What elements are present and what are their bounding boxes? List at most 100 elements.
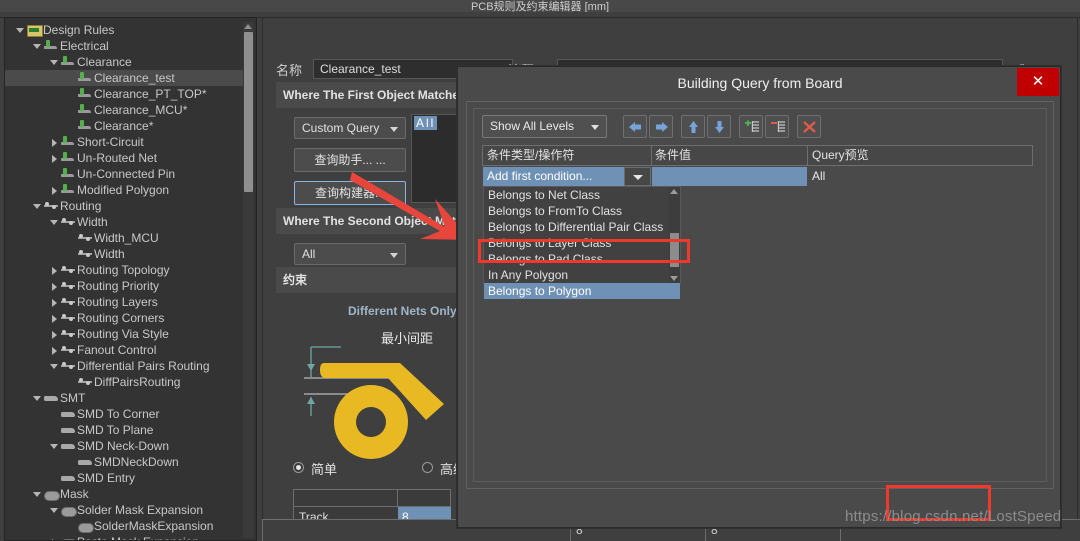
tree-item-routing-topology[interactable]: Routing Topology <box>5 262 243 278</box>
min-clearance-label: 最小间距 <box>381 331 434 346</box>
twisty-collapsed-icon[interactable] <box>49 342 60 358</box>
chevron-down-icon <box>633 175 643 180</box>
close-icon[interactable]: ✕ <box>1017 68 1059 96</box>
tree-item-label: SMD Entry <box>77 471 136 485</box>
dropdown-item[interactable]: In Any Polygon <box>484 267 680 283</box>
tree-item-short-circuit[interactable]: Short-Circuit <box>5 134 243 150</box>
remove-condition-button[interactable] <box>765 115 789 138</box>
twisty-collapsed-icon[interactable] <box>49 278 60 294</box>
tree-item-smdneckdown[interactable]: SMDNeckDown <box>5 454 243 470</box>
tree-item-paste-mask-expansion[interactable]: Paste Mask Expansion <box>5 534 243 540</box>
electrical-icon <box>43 38 60 54</box>
tree-item-soldermaskexpansion[interactable]: SolderMaskExpansion <box>5 518 243 534</box>
twisty-expanded-icon[interactable] <box>32 390 43 406</box>
tree-item-un-routed-net[interactable]: Un-Routed Net <box>5 150 243 166</box>
tree-item-solder-mask-expansion[interactable]: Solder Mask Expansion <box>5 502 243 518</box>
dropdown-item[interactable]: Belongs to Polygon <box>484 283 680 299</box>
tree-item-fanout-control[interactable]: Fanout Control <box>5 342 243 358</box>
tree-scrollbar[interactable] <box>243 22 254 538</box>
tree-item-differential-pairs-routing[interactable]: Differential Pairs Routing <box>5 358 243 374</box>
twisty-collapsed-icon[interactable] <box>49 182 60 198</box>
twisty-expanded-icon[interactable] <box>15 22 26 38</box>
tree-item-label: Differential Pairs Routing <box>77 359 210 373</box>
electrical-icon <box>60 54 77 70</box>
twisty-collapsed-icon[interactable] <box>49 534 60 540</box>
smt-icon <box>60 470 77 486</box>
twisty-expanded-icon[interactable] <box>32 486 43 502</box>
tree-item-width[interactable]: Width <box>5 246 243 262</box>
dropdown-item[interactable]: Belongs to Differential Pair Class <box>484 219 680 235</box>
dropdown-item[interactable]: Belongs to FromTo Class <box>484 203 680 219</box>
scroll-down-arrow-icon[interactable] <box>670 276 678 281</box>
add-condition-button[interactable] <box>739 115 763 138</box>
arrow-left-icon <box>629 122 641 132</box>
tree-item-clearance-test[interactable]: Clearance_test <box>5 70 243 86</box>
move-down-button[interactable] <box>707 115 731 138</box>
radio-simple[interactable] <box>293 462 304 473</box>
condition-type-dropdown-list[interactable]: Belongs to Net Class Belongs to FromTo Cl… <box>483 186 681 299</box>
tree-item-smd-to-plane[interactable]: SMD To Plane <box>5 422 243 438</box>
twisty-expanded-icon[interactable] <box>32 198 43 214</box>
tree-item-label: Width_MCU <box>94 231 159 245</box>
tree-item-mask[interactable]: Mask <box>5 486 243 502</box>
twisty-expanded-icon[interactable] <box>49 502 60 518</box>
custom-query-select[interactable]: Custom Query <box>294 117 406 139</box>
twisty-expanded-icon[interactable] <box>49 438 60 454</box>
tree-item-clearance[interactable]: Clearance <box>5 54 243 70</box>
dropdown-item[interactable]: Belongs to Net Class <box>484 187 680 203</box>
twisty-collapsed-icon[interactable] <box>49 310 60 326</box>
tree-item-smd-neck-down[interactable]: SMD Neck-Down <box>5 438 243 454</box>
tree-item-label: SMD To Corner <box>77 407 160 421</box>
twisty-collapsed-icon[interactable] <box>49 262 60 278</box>
tree-item-clearance-mcu[interactable]: Clearance_MCU* <box>5 102 243 118</box>
tree-item-routing[interactable]: Routing <box>5 198 243 214</box>
scroll-up-arrow-icon[interactable] <box>670 189 678 194</box>
tree-item-width-mcu[interactable]: Width_MCU <box>5 230 243 246</box>
move-left-button[interactable] <box>623 115 647 138</box>
tree-item-width[interactable]: Width <box>5 214 243 230</box>
design-rules-tree-panel[interactable]: Design Rules Electrical Clearance Clearance… <box>4 17 257 541</box>
dropdown-scrollbar[interactable] <box>669 187 680 283</box>
condition-type-cell[interactable]: Add first condition... <box>483 167 624 186</box>
second-object-select[interactable]: All <box>294 243 406 265</box>
twisty-collapsed-icon[interactable] <box>49 150 60 166</box>
twisty-expanded-icon[interactable] <box>49 214 60 230</box>
tree-item-modified-polygon[interactable]: Modified Polygon <box>5 182 243 198</box>
tree-item-clearance-pt-top[interactable]: Clearance_PT_TOP* <box>5 86 243 102</box>
show-all-levels-select[interactable]: Show All Levels <box>482 115 607 138</box>
condition-type-dropdown-toggle[interactable] <box>624 167 651 186</box>
tree-item-smt[interactable]: SMT <box>5 390 243 406</box>
tree-scroll-thumb[interactable] <box>244 32 253 192</box>
tree-item-design-rules[interactable]: Design Rules <box>5 22 243 38</box>
tree-item-routing-via-style[interactable]: Routing Via Style <box>5 326 243 342</box>
tree-item-routing-priority[interactable]: Routing Priority <box>5 278 243 294</box>
twisty-collapsed-icon[interactable] <box>49 326 60 342</box>
query-preview-header-box: Query预览 <box>807 145 1033 166</box>
twisty-expanded-icon[interactable] <box>49 358 60 374</box>
tree-item-routing-corners[interactable]: Routing Corners <box>5 310 243 326</box>
twisty-collapsed-icon[interactable] <box>49 294 60 310</box>
tree-item-clearance[interactable]: Clearance* <box>5 118 243 134</box>
tree-item-smd-to-corner[interactable]: SMD To Corner <box>5 406 243 422</box>
tree-item-un-connected-pin[interactable]: Un-Connected Pin <box>5 166 243 182</box>
tree-item-diffpairsrouting[interactable]: DiffPairsRouting <box>5 374 243 390</box>
twisty-expanded-icon[interactable] <box>32 38 43 54</box>
twisty-expanded-icon[interactable] <box>49 54 60 70</box>
radio-advanced[interactable] <box>422 462 433 473</box>
scroll-up-arrow-icon[interactable] <box>244 24 252 29</box>
tree-item-label: Routing Corners <box>77 311 165 325</box>
query-helper-button[interactable]: 查询助手... ... <box>294 148 406 172</box>
tree-item-smd-entry[interactable]: SMD Entry <box>5 470 243 486</box>
condition-value-cell[interactable] <box>652 167 807 186</box>
move-up-button[interactable] <box>681 115 705 138</box>
tree-item-label: Clearance_MCU* <box>94 103 188 117</box>
twisty-collapsed-icon[interactable] <box>49 134 60 150</box>
clear-all-button[interactable] <box>797 115 821 138</box>
tree-item-electrical[interactable]: Electrical <box>5 38 243 54</box>
move-right-button[interactable] <box>649 115 673 138</box>
routing-icon <box>60 310 77 326</box>
tree-item-routing-layers[interactable]: Routing Layers <box>5 294 243 310</box>
tree-item-label: Un-Routed Net <box>77 151 158 165</box>
